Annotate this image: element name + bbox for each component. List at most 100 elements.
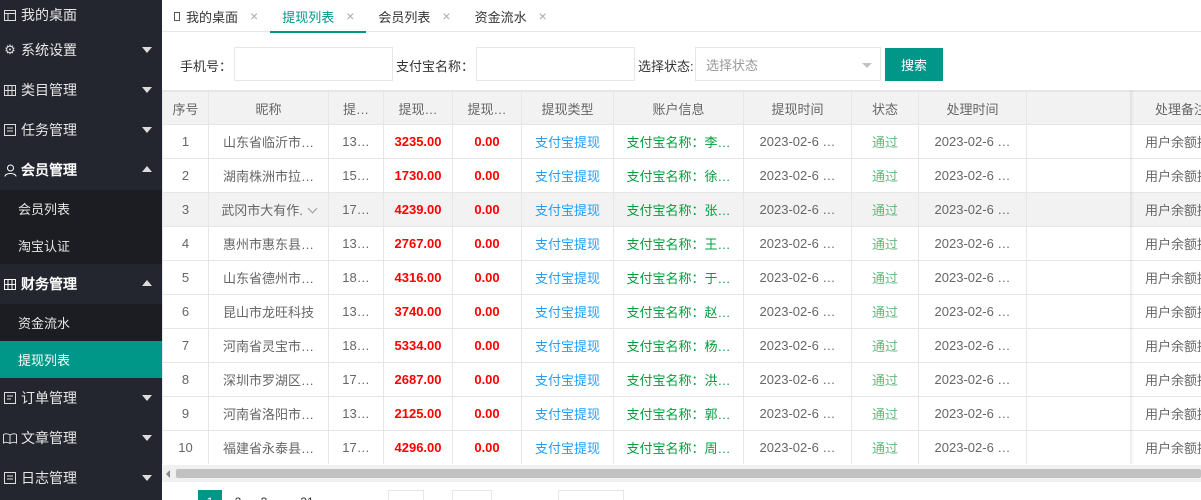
page-size-select[interactable] (558, 490, 624, 500)
cell-withdraw-type-text: 支付宝提现 (534, 407, 600, 422)
status-select[interactable]: 选择状态 (695, 47, 881, 81)
table-row[interactable]: 2 湖南株洲市拉… 15… 1730.00 0.00 支付宝提现 支付宝名称：徐… 2023-… (162, 158, 1201, 193)
cell-withdraw-type[interactable]: 支付宝提现 (521, 294, 614, 329)
alipay-name-input[interactable] (476, 47, 635, 81)
col-header-process-time[interactable]: 处理时间 (918, 91, 1027, 125)
search-button[interactable]: 搜索 (885, 48, 943, 81)
finance-submenu: 资金流水 提现列表 (0, 304, 162, 378)
sidebar-item-withdraw-list[interactable]: 提现列表 (0, 341, 162, 378)
cell-fee-text: 0.00 (474, 134, 500, 149)
sidebar-item-desktop[interactable]: 我的桌面 (0, 0, 162, 30)
prev-page-icon[interactable]: ‹ (174, 490, 194, 500)
table-row[interactable]: 3 武冈市大有作. 17… 4239.00 0.00 支付宝提现 支付宝名称：张… 2023-… (162, 192, 1201, 227)
phone-input[interactable] (234, 47, 393, 81)
sidebar-item-taobao-auth[interactable]: 淘宝认证 (0, 227, 162, 264)
cell-remark-text: 用户余额提现 (1145, 305, 1201, 320)
sidebar-item-finance[interactable]: 财务管理 (0, 264, 162, 304)
expand-chevron-icon[interactable] (307, 203, 318, 214)
scrollbar-thumb[interactable] (176, 469, 1201, 478)
tab-fund-flow[interactable]: 资金流水 × (463, 0, 559, 32)
chevron-up-icon (142, 166, 152, 172)
table-row[interactable]: 8 深圳市罗湖区… 17… 2687.00 0.00 支付宝提现 支付宝名称：洪… 2023-… (162, 362, 1201, 397)
cell-index: 6 (162, 294, 209, 329)
cell-withdraw-type[interactable]: 支付宝提现 (521, 430, 614, 464)
table-row[interactable]: 7 河南省灵宝市… 18… 5334.00 0.00 支付宝提现 支付宝名称：杨… 2023-… (162, 328, 1201, 363)
cell-remark: 用户余额提现 (1026, 396, 1201, 431)
cell-nickname-text: 武冈市大有作. (221, 203, 303, 218)
cell-withdraw-type[interactable]: 支付宝提现 (521, 362, 614, 397)
sidebar-item-order[interactable]: 订单管理 (0, 378, 162, 418)
tab-desktop[interactable]: 我的桌面 × (162, 0, 270, 32)
table-row[interactable]: 4 惠州市惠东县… 13… 2767.00 0.00 支付宝提现 支付宝名称：王… 2023-… (162, 226, 1201, 261)
member-submenu: 会员列表 淘宝认证 (0, 190, 162, 264)
cell-remark-text: 用户余额提现 (1145, 237, 1201, 252)
cell-amount: 4296.00 (383, 430, 453, 464)
sidebar-item-log[interactable]: 日志管理 (0, 458, 162, 498)
page-3[interactable]: 3 (254, 490, 274, 500)
table-row[interactable]: 6 昆山市龙旺科技 13… 3740.00 0.00 支付宝提现 支付宝名称：赵… 2023-… (162, 294, 1201, 329)
cell-remark: 用户余额提现 (1026, 124, 1201, 159)
page-1[interactable]: 1 (198, 490, 222, 500)
table-row[interactable]: 5 山东省德州市… 18… 4316.00 0.00 支付宝提现 支付宝名称：于… 2023-… (162, 260, 1201, 295)
scroll-left-icon[interactable] (166, 470, 170, 478)
cell-status-text: 通过 (871, 407, 898, 422)
horizontal-scrollbar[interactable] (162, 465, 1201, 482)
page-jump-input[interactable] (388, 490, 424, 500)
sidebar-item-member[interactable]: 会员管理 (0, 150, 162, 190)
cell-withdraw-type[interactable]: 支付宝提现 (521, 226, 614, 261)
page-2[interactable]: 2 (228, 490, 248, 500)
col-header-index[interactable]: 序号 (162, 91, 209, 125)
close-icon[interactable]: × (250, 8, 258, 24)
col-header-withdraw-type[interactable]: 提现类型 (521, 91, 614, 125)
close-icon[interactable]: × (539, 8, 547, 24)
sidebar-item-system-settings[interactable]: ⚙ 系统设置 (0, 30, 162, 70)
tab-member-list[interactable]: 会员列表 × (366, 0, 462, 32)
page-jump-button[interactable] (452, 490, 492, 500)
sidebar-item-member-list[interactable]: 会员列表 (0, 190, 162, 227)
sidebar-item-label: 订单管理 (21, 390, 77, 406)
cell-withdraw-type[interactable]: 支付宝提现 (521, 328, 614, 363)
cell-status: 通过 (851, 430, 919, 464)
cell-phone: 18… (328, 260, 384, 295)
cell-withdraw-type[interactable]: 支付宝提现 (521, 396, 614, 431)
cell-fee-text: 0.00 (474, 236, 500, 251)
cell-withdraw-type[interactable]: 支付宝提现 (521, 124, 614, 159)
table-row[interactable]: 1 山东省临沂市… 13… 3235.00 0.00 支付宝提现 支付宝名称：李… 2023-… (162, 124, 1201, 159)
cell-index: 9 (162, 396, 209, 431)
cell-amount-text: 4239.00 (394, 202, 442, 217)
sidebar-item-task[interactable]: 任务管理 (0, 110, 162, 150)
sidebar-item-fund-flow[interactable]: 资金流水 (0, 304, 162, 341)
cell-withdraw-type-text: 支付宝提现 (534, 441, 600, 456)
sidebar-item-category[interactable]: 类目管理 (0, 70, 162, 110)
col-header-nickname[interactable]: 昵称 (208, 91, 329, 125)
close-icon[interactable]: × (346, 8, 354, 24)
tab-withdraw-list[interactable]: 提现列表 × (270, 0, 367, 33)
cell-fee-text: 0.00 (474, 338, 500, 353)
cell-withdraw-type[interactable]: 支付宝提现 (521, 260, 614, 295)
cell-fee-text: 0.00 (474, 372, 500, 387)
cell-remark-text: 用户余额提现 (1145, 271, 1201, 286)
cell-account-info: 支付宝名称：洪… (613, 362, 744, 397)
cell-process-time-text: 2023-02-6 … (934, 406, 1011, 421)
sidebar-item-article[interactable]: 文章管理 (0, 418, 162, 458)
col-header-fee[interactable]: 提现… (452, 91, 522, 125)
col-header-amount[interactable]: 提现… (383, 91, 453, 125)
cell-phone-text: 13… (342, 406, 370, 421)
cell-fee: 0.00 (452, 158, 522, 193)
col-header-withdraw-time[interactable]: 提现时间 (743, 91, 852, 125)
col-header-remark[interactable]: 处理备注 (1026, 91, 1201, 125)
cell-withdraw-time: 2023-02-6 … (743, 362, 852, 397)
cell-withdraw-type[interactable]: 支付宝提现 (521, 192, 614, 227)
cell-amount: 1730.00 (383, 158, 453, 193)
table-row[interactable]: 9 河南省洛阳市… 13… 2125.00 0.00 支付宝提现 支付宝名称：郭… 2023-… (162, 396, 1201, 431)
cell-account-info: 支付宝名称：郭… (613, 396, 744, 431)
col-header-account-info[interactable]: 账户信息 (613, 91, 744, 125)
col-header-phone[interactable]: 提… (328, 91, 384, 125)
next-page-icon[interactable]: › (332, 490, 348, 500)
close-icon[interactable]: × (442, 8, 450, 24)
sidebar-item-label: 会员管理 (21, 162, 77, 178)
table-row[interactable]: 10 福建省永泰县… 17… 4296.00 0.00 支付宝提现 支付宝名称：周… 2023… (162, 430, 1201, 464)
col-header-status[interactable]: 状态 (851, 91, 919, 125)
cell-withdraw-type[interactable]: 支付宝提现 (521, 158, 614, 193)
page-31[interactable]: 31 (294, 490, 320, 500)
